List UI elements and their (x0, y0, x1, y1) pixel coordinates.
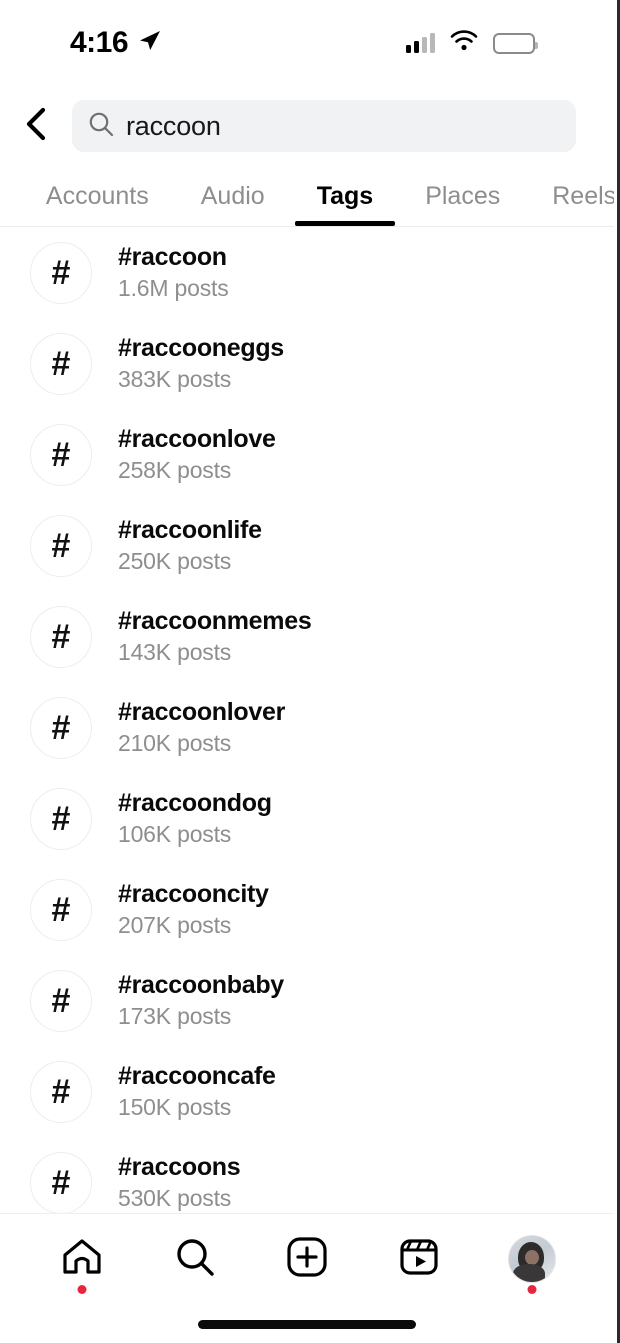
list-item-text: #raccooncafe 150K posts (118, 1062, 276, 1121)
status-time: 4:16 (70, 26, 129, 59)
tab-label: Accounts (45, 181, 149, 210)
list-item-text: #raccoons 530K posts (118, 1153, 241, 1212)
list-item-text: #raccooncity 207K posts (118, 880, 269, 939)
tag-name: #raccooncafe (118, 1062, 276, 1090)
list-item[interactable]: # #raccoonmemes 143K posts (0, 591, 614, 682)
list-item-text: #raccoonlover 210K posts (118, 698, 285, 757)
tab-for-you[interactable]: u (0, 166, 20, 226)
list-item[interactable]: # #raccoons 530K posts (0, 1137, 614, 1213)
tag-post-count: 383K posts (118, 366, 232, 392)
status-bar-right (406, 30, 538, 56)
hashtag-icon: # (30, 787, 92, 850)
hashtag-icon: # (30, 332, 92, 395)
search-icon (172, 1234, 218, 1285)
status-bar-left: 4:16 (70, 26, 162, 60)
list-item[interactable]: # #raccoonlife 250K posts (0, 500, 614, 591)
tag-name: #raccooncity (118, 880, 269, 908)
hashtag-icon: # (30, 514, 92, 577)
list-item-text: #raccoonmemes 143K posts (118, 607, 312, 666)
tag-name: #raccoonbaby (118, 971, 284, 999)
list-item[interactable]: # #raccooncity 207K posts (0, 864, 614, 955)
list-item[interactable]: # #raccoonlover 210K posts (0, 682, 614, 773)
home-indicator[interactable] (198, 1320, 416, 1329)
hashtag-icon: # (30, 1151, 92, 1213)
back-button[interactable] (12, 101, 62, 151)
notification-dot (77, 1285, 87, 1294)
nav-home-button[interactable] (38, 1228, 126, 1294)
nav-profile-button[interactable] (488, 1228, 576, 1294)
list-item[interactable]: # #raccoon 1.6M posts (0, 227, 614, 318)
hashtag-icon: # (30, 1060, 92, 1123)
list-item-text: #raccoonlife 250K posts (118, 516, 262, 575)
tab-places[interactable]: Places (399, 166, 526, 226)
tag-post-count: 207K posts (118, 912, 232, 938)
battery-icon (493, 32, 538, 54)
list-item[interactable]: # #raccoondog 106K posts (0, 773, 614, 864)
search-icon (88, 111, 114, 142)
tag-name: #raccoons (118, 1153, 241, 1181)
tag-name: #raccoondog (118, 789, 272, 817)
tag-post-count: 250K posts (118, 548, 232, 574)
nav-search-button[interactable] (151, 1228, 239, 1290)
status-bar: 4:16 (0, 0, 617, 86)
tab-label: Reels (552, 181, 614, 210)
location-arrow-icon (136, 28, 162, 59)
nav-reels-button[interactable] (375, 1228, 463, 1290)
list-item[interactable]: # #raccoonlove 258K posts (0, 409, 614, 500)
tag-name: #raccoon (118, 243, 227, 271)
list-item[interactable]: # #raccooncafe 150K posts (0, 1046, 614, 1137)
tab-audio[interactable]: Audio (175, 166, 291, 226)
notification-dot (527, 1285, 537, 1294)
list-item-text: #raccoonlove 258K posts (118, 425, 276, 484)
tag-post-count: 173K posts (118, 1003, 232, 1029)
tab-label: Audio (200, 181, 265, 210)
wifi-icon (450, 30, 478, 56)
search-header: raccoon (0, 86, 614, 166)
tab-tags[interactable]: Tags (291, 166, 400, 226)
tag-post-count: 210K posts (118, 730, 232, 756)
tag-results-list[interactable]: # #raccoon 1.6M posts # #raccooneggs 383… (0, 227, 614, 1213)
tab-label: Places (425, 181, 501, 210)
hashtag-icon: # (30, 878, 92, 941)
profile-avatar-icon (507, 1235, 556, 1283)
list-item[interactable]: # #raccooneggs 383K posts (0, 318, 614, 409)
hashtag-icon: # (30, 241, 92, 304)
tag-name: #raccoonlover (118, 698, 286, 726)
tag-name: #raccoonlove (118, 425, 276, 453)
tab-accounts[interactable]: Accounts (20, 166, 175, 226)
tag-post-count: 106K posts (118, 821, 232, 847)
search-input[interactable]: raccoon (72, 100, 576, 152)
home-icon (59, 1234, 105, 1285)
list-item-text: #raccooneggs 383K posts (118, 334, 284, 393)
bottom-nav-items (0, 1214, 614, 1294)
tab-reels[interactable]: Reels (526, 166, 614, 226)
search-input-value: raccoon (126, 110, 221, 141)
hashtag-icon: # (30, 969, 92, 1032)
tag-name: #raccoonlife (118, 516, 262, 544)
tag-name: #raccoonmemes (118, 607, 312, 635)
list-item[interactable]: # #raccoonbaby 173K posts (0, 955, 614, 1046)
tab-label: Tags (316, 181, 374, 210)
tag-post-count: 143K posts (118, 639, 232, 665)
nav-create-button[interactable] (263, 1228, 351, 1290)
hashtag-icon: # (30, 696, 92, 759)
cellular-signal-icon (406, 33, 435, 53)
reels-icon (396, 1234, 442, 1285)
list-item-text: #raccoon 1.6M posts (118, 243, 229, 302)
list-item-text: #raccoonbaby 173K posts (118, 971, 284, 1030)
search-category-tabs[interactable]: u Accounts Audio Tags Places Reels (0, 166, 614, 227)
tag-post-count: 1.6M posts (118, 275, 229, 301)
hashtag-icon: # (30, 605, 92, 668)
tag-post-count: 530K posts (118, 1185, 232, 1211)
tag-post-count: 150K posts (118, 1094, 232, 1120)
bottom-navigation-bar (0, 1213, 614, 1343)
list-item-text: #raccoondog 106K posts (118, 789, 272, 848)
instagram-search-screen: 4:16 raccoon Accounts Audio Tags Places … (0, 0, 620, 1343)
tag-post-count: 258K posts (118, 457, 232, 483)
tag-name: #raccooneggs (118, 334, 284, 362)
hashtag-icon: # (30, 423, 92, 486)
create-plus-icon (284, 1234, 330, 1285)
back-chevron-icon (22, 107, 52, 146)
